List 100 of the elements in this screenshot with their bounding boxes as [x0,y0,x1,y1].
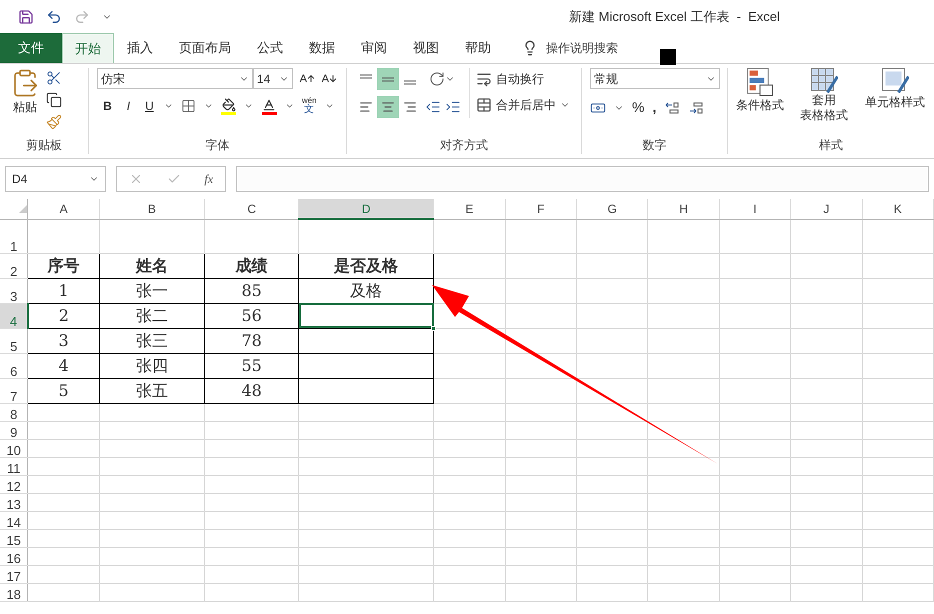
left-align-icon [358,100,373,114]
italic-button[interactable]: I [122,97,135,115]
table-cell: 2 [28,303,100,328]
column-header[interactable]: F [505,199,576,219]
ribbon-tab[interactable]: 审阅 [348,33,400,63]
column-header[interactable]: D [298,199,434,219]
ribbon-tab[interactable]: 帮助 [452,33,504,63]
group-label: 剪贴板 [26,137,62,154]
increase-indent-icon[interactable] [444,99,461,115]
comma-button[interactable]: , [652,97,656,118]
wrap-text-button[interactable]: 自动换行 [476,70,570,88]
insert-function-button[interactable]: fx [204,170,214,188]
center-align-icon [380,100,395,114]
fill-handle[interactable] [431,326,436,330]
row-header[interactable]: 11 [0,457,28,475]
row-header[interactable]: 4 [0,303,28,328]
ribbon-tab[interactable]: 开始 [62,33,114,63]
vertical-align-button[interactable] [376,68,399,90]
tell-me-search-field[interactable]: 操作说明搜索 [546,39,656,57]
table-cell: 张四 [99,353,204,378]
ribbon-tab[interactable]: 插入 [114,33,166,63]
column-header[interactable]: H [648,199,720,219]
paste-button[interactable]: 粘贴 [10,68,40,130]
align-top-icon [360,74,372,78]
merge-cells-icon [476,97,492,113]
table-cell: 48 [204,378,299,403]
format-as-table-button[interactable]: 套用 表格格式 [792,68,856,123]
row-header[interactable]: 7 [0,378,28,403]
ribbon-tab[interactable]: 数据 [296,33,348,63]
formula-input-field[interactable] [236,166,929,192]
row-header[interactable]: 3 [0,278,28,303]
phonetic-text: 文 [304,105,314,115]
column-header[interactable]: J [790,199,862,219]
bold-button[interactable]: B [100,97,114,115]
row-header[interactable]: 17 [0,565,28,583]
align-middle-icon [382,76,394,82]
row-header[interactable]: 6 [0,353,28,378]
name-box[interactable]: D4 [5,166,106,192]
row-header[interactable]: 8 [0,403,28,421]
table-cell: 序号 [28,253,100,278]
column-header[interactable]: E [434,199,506,219]
table-cell: 姓名 [99,253,204,278]
row-header[interactable]: 2 [0,253,28,278]
format-painter-icon[interactable] [46,114,62,130]
table-cell: 85 [204,278,299,303]
row-header[interactable]: 18 [0,583,28,601]
row-header[interactable]: 12 [0,475,28,493]
ribbon-tab[interactable]: 页面布局 [166,33,244,63]
table-brush-icon [810,68,838,93]
merge-center-button[interactable]: 合并后居中 [476,96,570,114]
table-cell: 张五 [99,378,204,403]
font-size-dropdown[interactable]: 14 [252,68,293,89]
table-cell: 55 [204,353,299,378]
column-header[interactable]: K [862,199,934,219]
column-header[interactable]: I [719,199,791,219]
decrease-indent-icon[interactable] [424,99,441,115]
horizontal-align-button[interactable] [376,96,399,118]
column-header[interactable]: B [99,199,204,219]
borders-icon[interactable] [181,98,196,114]
file-tab[interactable]: 文件 [0,33,62,63]
ribbon-tab[interactable]: 公式 [244,33,296,63]
table-cell: 张一 [99,278,204,303]
cut-icon[interactable] [46,70,62,86]
ribbon-tab[interactable]: 视图 [400,33,452,63]
percent-button[interactable]: % [632,97,644,118]
table-cell: 4 [28,353,100,378]
row-header[interactable]: 13 [0,493,28,511]
column-header[interactable]: G [576,199,648,219]
table-cell: 是否及格 [298,253,434,278]
row-header[interactable]: 15 [0,529,28,547]
column-header[interactable]: C [204,199,299,219]
decrease-decimal-icon[interactable] [664,100,680,114]
row-header[interactable]: 5 [0,328,28,353]
column-header[interactable]: A [28,199,100,219]
row-header[interactable]: 1 [0,219,28,253]
cell-styles-button[interactable]: 单元格样式 [862,68,928,111]
save-icon[interactable] [18,8,34,24]
conditional-formatting-icon [747,68,773,96]
copy-icon[interactable] [46,92,62,108]
window-title: 新建 Microsoft Excel 工作表 - Excel [569,8,780,26]
redaction-block [660,49,676,65]
increase-decimal-icon[interactable] [688,100,704,114]
number-format-dropdown[interactable]: 常规 [590,68,720,89]
fill-color-icon[interactable] [221,98,236,114]
table-cell: 1 [28,278,100,303]
conditional-formatting-button[interactable]: 条件格式 [734,68,786,114]
row-header[interactable]: 14 [0,511,28,529]
orientation-icon[interactable] [428,71,445,87]
font-color-icon[interactable] [262,98,277,114]
row-header[interactable]: 9 [0,421,28,439]
underline-button[interactable]: U [142,97,156,115]
group-label: 字体 [205,137,230,154]
group-label: 对齐方式 [440,137,488,154]
group-label: 数字 [642,137,666,154]
row-header[interactable]: 10 [0,439,28,457]
row-header[interactable]: 16 [0,547,28,565]
table-cell: 成绩 [204,253,299,278]
undo-icon[interactable] [46,8,62,24]
table-cell: 56 [204,303,299,328]
font-name-dropdown[interactable]: 仿宋 [96,68,253,89]
